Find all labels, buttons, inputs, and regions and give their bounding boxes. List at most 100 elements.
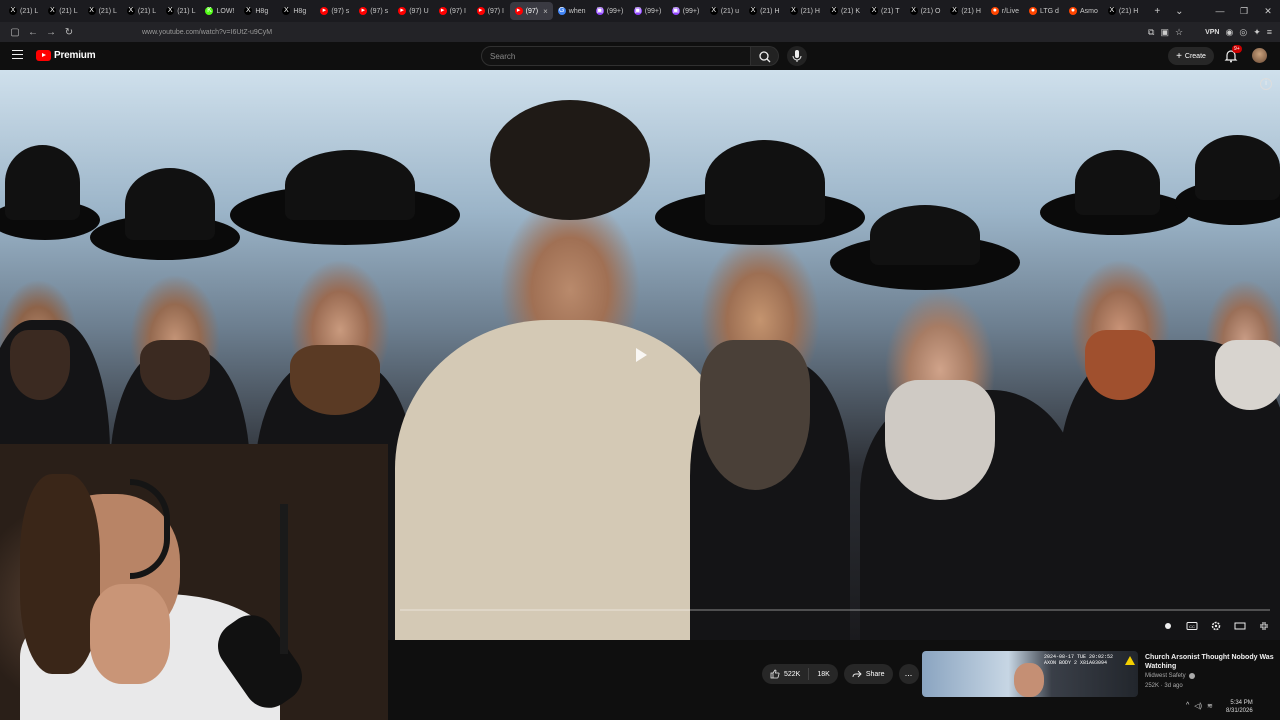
browser-tab[interactable]: X (21) H bbox=[945, 2, 985, 20]
extensions-icon[interactable]: ✦ bbox=[1253, 27, 1261, 38]
google-icon: G bbox=[557, 7, 566, 15]
recommended-channel[interactable]: Midwest Safety bbox=[1145, 673, 1195, 679]
reader-icon[interactable]: ▣ bbox=[1160, 27, 1169, 38]
speaker-icon[interactable]: ◁) bbox=[1194, 702, 1202, 710]
browser-tab[interactable]: ▸ (97) I bbox=[472, 2, 510, 20]
browser-tab[interactable]: Gwhen bbox=[553, 2, 591, 20]
create-button[interactable]: + Create bbox=[1168, 47, 1214, 65]
logo-text: Premium bbox=[54, 50, 96, 61]
recommended-title[interactable]: Church Arsonist Thought Nobody Was Watch… bbox=[1145, 653, 1275, 671]
maximize-button[interactable]: ❐ bbox=[1232, 6, 1256, 17]
browser-tab[interactable]: ▸ (97) I bbox=[434, 2, 472, 20]
browser-tab[interactable]: ▸ (97) s bbox=[315, 2, 354, 20]
browser-tab[interactable]: K LOW! bbox=[200, 2, 239, 20]
like-button[interactable]: 522K bbox=[762, 664, 808, 684]
menu-icon[interactable]: ≡ bbox=[1267, 27, 1272, 37]
browser-tab[interactable]: X (21) O bbox=[905, 2, 946, 20]
wifi-icon[interactable]: ≋ bbox=[1207, 702, 1213, 710]
tray-chevron-icon[interactable]: ^ bbox=[1186, 702, 1189, 710]
browser-tab[interactable]: X (21) K bbox=[825, 2, 865, 20]
search-input[interactable]: Search bbox=[481, 46, 751, 66]
tab-label: (21) L bbox=[98, 7, 117, 15]
video-progress-bar[interactable] bbox=[400, 609, 1270, 611]
video-actions: 522K 18K Share ... bbox=[762, 664, 919, 684]
search-button[interactable] bbox=[751, 46, 779, 66]
guide-menu-icon[interactable] bbox=[12, 50, 23, 59]
tab-label: H8g bbox=[255, 7, 269, 15]
info-icon[interactable]: i bbox=[1260, 78, 1272, 90]
kick-icon: K bbox=[205, 7, 214, 15]
forward-button[interactable]: → bbox=[42, 27, 60, 38]
youtube-logo[interactable]: Premium bbox=[36, 50, 96, 61]
captions-icon[interactable]: CC bbox=[1186, 620, 1198, 632]
account-avatar[interactable] bbox=[1252, 48, 1267, 63]
play-icon[interactable] bbox=[636, 348, 647, 362]
x-icon: X bbox=[709, 7, 718, 15]
browser-tab[interactable]: X (21) u bbox=[705, 2, 744, 20]
vpn-badge[interactable]: VPN bbox=[1205, 29, 1219, 36]
browser-tab[interactable]: ● r/Live bbox=[986, 2, 1024, 20]
thumbs-up-icon bbox=[770, 669, 780, 679]
share-icon bbox=[852, 670, 862, 678]
youtube-icon: ▸ bbox=[476, 7, 485, 15]
x-icon: X bbox=[48, 7, 57, 15]
fullscreen-exit-icon[interactable] bbox=[1258, 620, 1270, 632]
browser-tab[interactable]: ● Asmo bbox=[1064, 2, 1103, 20]
url-field[interactable]: www.youtube.com/watch?v=I6UtZ-u9CyM bbox=[142, 29, 272, 36]
browser-tab[interactable]: X (21) T bbox=[865, 2, 905, 20]
figure-beard bbox=[700, 340, 810, 490]
system-clock[interactable]: 5:34 PM 8/31/2026 bbox=[1226, 699, 1253, 715]
figure-beard bbox=[1215, 340, 1280, 410]
browser-tab[interactable]: X (21) H bbox=[744, 2, 784, 20]
streamer-webcam-overlay bbox=[0, 444, 388, 720]
settings-gear-icon[interactable] bbox=[1210, 620, 1222, 632]
tab-search-chevron-icon[interactable]: ⌄ bbox=[1171, 6, 1187, 17]
browser-tab[interactable]: ▸ (97) U bbox=[393, 2, 433, 20]
share-button[interactable]: Share bbox=[843, 664, 893, 684]
more-actions-button[interactable]: ... bbox=[898, 664, 919, 684]
autoplay-toggle-icon[interactable] bbox=[1162, 620, 1174, 632]
browser-tab[interactable]: ▸ (97) × bbox=[509, 2, 553, 20]
browser-tab[interactable]: X H8g bbox=[239, 2, 277, 20]
minimize-button[interactable]: — bbox=[1208, 6, 1232, 16]
browser-tab[interactable]: X (21) L bbox=[4, 2, 43, 20]
figure-beard bbox=[290, 345, 380, 415]
browser-tab[interactable]: X (21) L bbox=[122, 2, 161, 20]
browser-tab[interactable]: ▣ (99+) bbox=[629, 2, 667, 20]
browser-tab[interactable]: ▣ (99+) bbox=[591, 2, 629, 20]
thumbnail-face bbox=[1014, 663, 1044, 697]
create-label: Create bbox=[1184, 52, 1206, 60]
new-tab-button[interactable]: + bbox=[1149, 6, 1165, 17]
share-label: Share bbox=[865, 670, 885, 678]
browser-tab[interactable]: X (21) L bbox=[83, 2, 122, 20]
screenshot-icon[interactable]: ⧉ bbox=[1148, 27, 1154, 38]
browser-tab[interactable]: X (21) H bbox=[1103, 2, 1143, 20]
address-bar-tools: ⧉ ▣ ☆ VPN ◉ ◎ ✦ ≡ bbox=[1148, 22, 1272, 42]
close-tab-icon[interactable]: × bbox=[543, 7, 548, 16]
tab-label: (21) O bbox=[920, 7, 941, 15]
tab-label: (97) U bbox=[409, 7, 429, 15]
close-window-button[interactable]: ✕ bbox=[1256, 6, 1280, 17]
wallet-icon[interactable]: ◎ bbox=[1239, 27, 1247, 38]
sidebar-toggle-icon[interactable]: ▢ bbox=[6, 27, 24, 38]
browser-tab[interactable]: X (21) L bbox=[43, 2, 82, 20]
recommended-video-item[interactable]: 2024-08-17 TUE 20:02:52 AXON BODY 2 X81A0… bbox=[922, 651, 1274, 697]
dislike-button[interactable]: 18K bbox=[809, 664, 837, 684]
browser-tab-strip: X (21) L X (21) L X (21) L X (21) L X (21) L K LOW!… bbox=[0, 0, 1280, 22]
browser-tab[interactable]: ▸ (97) s bbox=[354, 2, 393, 20]
voice-search-button[interactable] bbox=[787, 46, 807, 66]
window-controls: — ❐ ✕ bbox=[1208, 0, 1280, 22]
reload-button[interactable]: ↻ bbox=[60, 27, 78, 38]
browser-tab[interactable]: X (21) L bbox=[161, 2, 200, 20]
figure-beard bbox=[140, 340, 210, 400]
x-icon: X bbox=[282, 7, 291, 15]
theater-mode-icon[interactable] bbox=[1234, 620, 1246, 632]
browser-tab[interactable]: ● LTG d bbox=[1024, 2, 1064, 20]
browser-tab[interactable]: X (21) H bbox=[785, 2, 825, 20]
bookmark-star-icon[interactable]: ☆ bbox=[1175, 27, 1183, 38]
system-tray-icons: ^ ◁) ≋ bbox=[1186, 702, 1213, 710]
browser-tab[interactable]: X H8g bbox=[277, 2, 315, 20]
browser-tab[interactable]: ▣ (99+) bbox=[667, 2, 705, 20]
profile-icon[interactable]: ◉ bbox=[1225, 27, 1233, 38]
back-button[interactable]: ← bbox=[24, 27, 42, 38]
